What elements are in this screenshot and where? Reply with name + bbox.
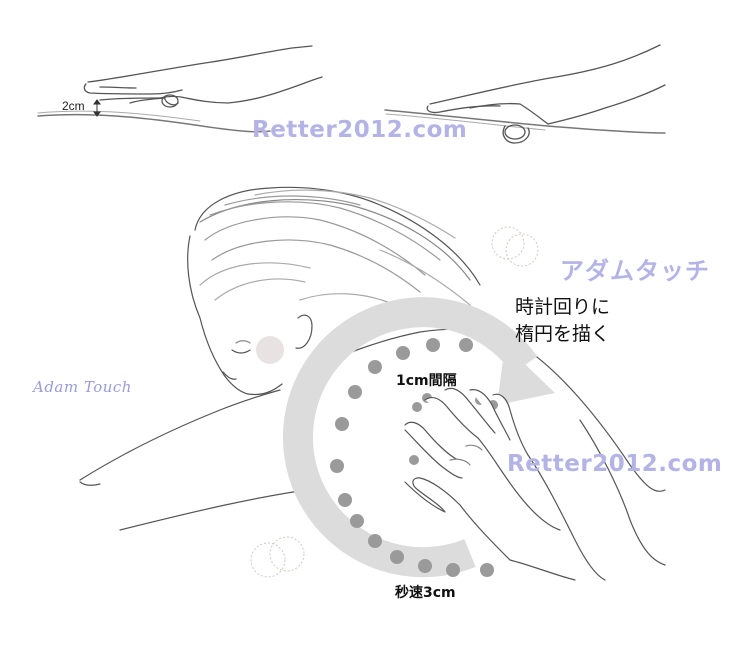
dot-spacing-label: 1cm間隔 xyxy=(396,373,457,389)
height-label: 2cm xyxy=(62,99,85,113)
instruction-line-2: 楕円を描く xyxy=(515,323,611,345)
clockwise-circle-arrow xyxy=(283,297,555,578)
height-indicator xyxy=(93,99,101,117)
speed-label: 秒速3cm xyxy=(395,585,456,601)
watermark-right: Retter2012.com xyxy=(507,451,723,477)
watermark-top: Retter2012.com xyxy=(252,117,468,143)
script-title: Adam Touch xyxy=(33,378,132,396)
illustration xyxy=(0,0,750,650)
instruction-line-1: 時計回りに xyxy=(515,296,611,318)
double-ring-icon xyxy=(250,536,305,578)
technique-title: アダムタッチ xyxy=(560,257,710,285)
instruction-text: 時計回りに 楕円を描く xyxy=(515,294,610,348)
double-ring-icon xyxy=(491,226,539,267)
lying-woman-figure xyxy=(79,186,666,566)
